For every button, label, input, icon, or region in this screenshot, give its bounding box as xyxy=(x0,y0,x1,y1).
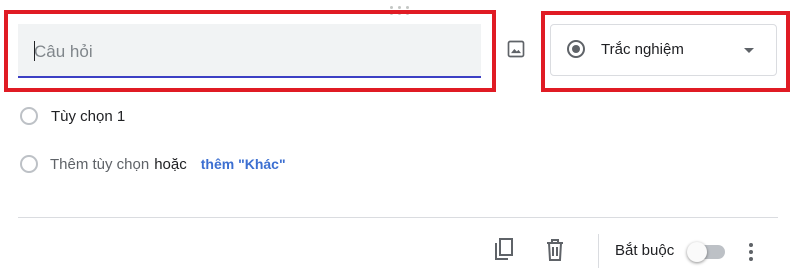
add-option-button[interactable]: Thêm tùy chọn xyxy=(50,156,149,173)
option-row: Tùy chọn 1 xyxy=(20,107,125,125)
copy-icon xyxy=(495,238,513,260)
toggle-knob xyxy=(687,242,707,262)
duplicate-button[interactable] xyxy=(490,236,518,264)
add-other-link[interactable]: thêm "Khác" xyxy=(201,156,286,172)
question-type-dropdown[interactable]: Trắc nghiệm xyxy=(550,24,777,76)
dropdown-arrow-icon xyxy=(744,48,754,53)
required-label: Bắt buộc xyxy=(615,242,675,259)
radio-button-checked-icon xyxy=(567,40,585,58)
option-label[interactable]: Tùy chọn 1 xyxy=(51,108,125,125)
drag-handle-icon[interactable] xyxy=(386,6,414,16)
trash-icon xyxy=(547,239,563,261)
radio-circle-icon xyxy=(20,155,38,173)
required-toggle[interactable] xyxy=(687,242,725,262)
delete-button[interactable] xyxy=(541,236,569,264)
more-vert-icon xyxy=(749,243,753,247)
add-image-button[interactable] xyxy=(503,36,529,62)
question-field[interactable] xyxy=(18,24,481,78)
text-caret xyxy=(34,41,35,61)
radio-circle-icon xyxy=(20,107,38,125)
question-type-label: Trắc nghiệm xyxy=(601,41,684,58)
footer-separator xyxy=(598,234,599,268)
image-icon xyxy=(507,40,525,58)
question-input[interactable] xyxy=(34,40,454,64)
more-options-button[interactable] xyxy=(739,240,763,264)
divider xyxy=(18,217,778,218)
add-option-row: Thêm tùy chọn hoặc thêm "Khác" xyxy=(20,155,286,173)
or-label: hoặc xyxy=(154,155,187,173)
